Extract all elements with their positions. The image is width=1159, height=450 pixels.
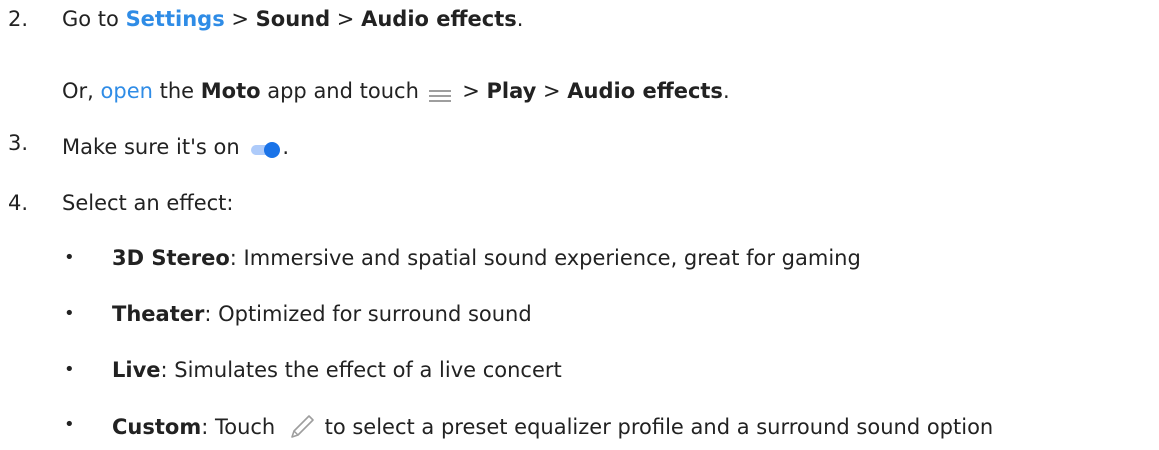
step-number: 2. [8,7,29,31]
sound-label: Sound [255,7,331,31]
step-3: 3. Make sure it's on . [0,131,1159,163]
step-2-alternative: Or, open the Moto app and touch > Play >… [0,77,1159,107]
effect-name: Theater [112,302,205,326]
list-item: • Live: Simulates the effect of a live c… [0,356,1159,386]
step-text: Make sure it's on . [62,135,289,159]
moto-label: Moto [200,79,261,103]
step-4: 4. Select an effect: [0,189,1159,219]
effect-description: : Simulates the effect of a live concert [160,358,562,382]
menu-icon [428,83,452,102]
step-text: Select an effect: [62,191,234,215]
audio-effects-label-2: Audio effects [567,79,723,103]
effect-name: Live [112,358,161,382]
effect-name: Custom [112,415,202,439]
toggle-on-icon [250,138,282,158]
pencil-icon [286,411,316,441]
effect-name: 3D Stereo [112,246,230,270]
step-alt-text: Or, open the Moto app and touch > Play >… [62,79,730,103]
step-2: 2. Go to Settings > Sound > Audio effect… [0,5,1159,35]
play-label: Play [486,79,537,103]
effect-description: : Optimized for surround sound [204,302,532,326]
list-item: • Custom: Touch to select a preset equal… [0,411,1159,445]
list-item: • 3D Stereo: Immersive and spatial sound… [0,244,1159,274]
bullet: • [64,247,75,268]
list-item: • Theater: Optimized for surround sound [0,300,1159,330]
step-number: 3. [8,131,29,155]
audio-effects-label: Audio effects [361,7,517,31]
effect-description: : Immersive and spatial sound experience… [229,246,861,270]
settings-link[interactable]: Settings [126,7,225,31]
bullet: • [64,303,75,324]
step-text: Go to Settings > Sound > Audio effects. [62,7,524,31]
bullet: • [64,359,75,380]
bullet: • [64,414,75,435]
open-link[interactable]: open [101,79,153,103]
step-number: 4. [8,191,29,215]
